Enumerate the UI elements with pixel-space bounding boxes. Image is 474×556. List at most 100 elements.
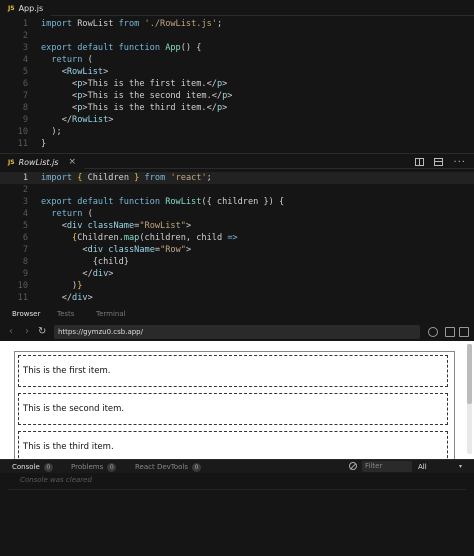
- line-number: 7: [22, 91, 28, 101]
- tab-label: Problems: [71, 463, 104, 471]
- line-number: 7: [22, 245, 28, 255]
- code-text: <div className="RowList">: [41, 221, 192, 231]
- browser-preview: This is the first item. This is the seco…: [0, 341, 474, 471]
- code-line[interactable]: 6 <p>This is the first item.</p>: [0, 78, 474, 90]
- more-icon[interactable]: ···: [453, 157, 466, 168]
- code-line[interactable]: 1 import RowList from './RowList.js';: [0, 18, 474, 30]
- tab-console[interactable]: Console 0: [12, 460, 53, 474]
- log-level-value: All: [418, 463, 427, 471]
- line-number: 3: [22, 43, 28, 53]
- forward-icon[interactable]: ›: [25, 326, 29, 338]
- code-editor-app[interactable]: 1 import RowList from './RowList.js'; 2 3 ex…: [0, 16, 474, 151]
- code-line[interactable]: 9 </div>: [0, 268, 474, 280]
- line-number: 5: [22, 67, 28, 77]
- tab-rowlist-js[interactable]: JS RowList.js ×: [0, 154, 85, 170]
- code-text: {child}: [41, 257, 129, 267]
- code-text: </div>: [41, 269, 114, 279]
- row-item: This is the second item.: [18, 393, 448, 425]
- code-line[interactable]: 3 export default function App() {: [0, 42, 474, 54]
- code-line[interactable]: 8 {child}: [0, 256, 474, 268]
- code-text: <p>This is the first item.</p>: [41, 79, 228, 89]
- editor-tabbar-app: JS App.js: [0, 0, 474, 16]
- close-icon[interactable]: ×: [68, 157, 76, 167]
- line-number: 6: [22, 233, 28, 243]
- code-line[interactable]: 2: [0, 30, 474, 42]
- code-text: import { Children } from 'react';: [41, 173, 212, 183]
- code-line[interactable]: 5 <div className="RowList">: [0, 220, 474, 232]
- code-text: <RowList>: [41, 67, 109, 77]
- code-text: <p>This is the second item.</p>: [41, 91, 233, 101]
- log-level-select[interactable]: All ▾: [418, 460, 462, 474]
- line-number: 4: [22, 55, 28, 65]
- tab-label: Console: [12, 463, 40, 471]
- count-badge: 0: [192, 462, 202, 472]
- js-file-icon: JS: [8, 4, 15, 12]
- refresh-preview-icon[interactable]: [459, 327, 469, 337]
- console-message: Console was cleared: [20, 476, 92, 484]
- url-input[interactable]: https://gymzu0.csb.app/: [54, 325, 420, 339]
- code-line[interactable]: 4 return (: [0, 208, 474, 220]
- code-line[interactable]: 9 </RowList>: [0, 114, 474, 126]
- line-number: 3: [22, 197, 28, 207]
- inspect-icon[interactable]: [428, 327, 438, 337]
- editor-actions: ···: [415, 154, 466, 170]
- preview-scrollbar-thumb[interactable]: [467, 344, 472, 404]
- code-text: }: [41, 139, 47, 149]
- layout-icon[interactable]: [434, 158, 444, 166]
- tab-label: App.js: [18, 3, 44, 13]
- tab-react-devtools[interactable]: React DevTools 0: [135, 460, 202, 474]
- code-editor-rowlist[interactable]: 1 import { Children } from 'react'; 2 3 expo…: [0, 170, 474, 304]
- tab-browser[interactable]: Browser: [12, 304, 40, 324]
- code-line[interactable]: 11 </div>: [0, 292, 474, 304]
- code-line[interactable]: 2: [0, 184, 474, 196]
- tab-label: React DevTools: [135, 463, 189, 471]
- editor-tabbar-rowlist: JS RowList.js × ···: [0, 153, 474, 170]
- console-toolbar: Console 0 Problems 0 React DevTools 0 Fi…: [0, 459, 474, 473]
- code-text: export default function App() {: [41, 43, 202, 53]
- tab-problems[interactable]: Problems 0: [71, 460, 117, 474]
- code-text: {Children.map(children, child =>: [72, 233, 238, 243]
- code-text: import RowList from './RowList.js';: [41, 19, 223, 29]
- tab-app-js[interactable]: JS App.js: [0, 0, 52, 16]
- filter-input[interactable]: Filter: [362, 461, 412, 472]
- tab-label: RowList.js: [18, 157, 59, 167]
- line-number: 4: [22, 209, 28, 219]
- divider: [8, 489, 466, 490]
- code-line[interactable]: 11}: [0, 138, 474, 150]
- refresh-icon[interactable]: ↻: [38, 325, 46, 339]
- line-number: 10: [17, 281, 28, 291]
- code-line[interactable]: 5 <RowList>: [0, 66, 474, 78]
- code-line[interactable]: 10 );: [0, 126, 474, 138]
- code-line[interactable]: 10 )}: [0, 280, 474, 292]
- code-text: <p>This is the third item.</p>: [41, 103, 228, 113]
- clear-console-icon[interactable]: [349, 462, 357, 470]
- line-number: 11: [17, 293, 28, 303]
- tab-terminal[interactable]: Terminal: [96, 304, 126, 324]
- code-line[interactable]: 6 {Children.map(children, child =>: [0, 232, 474, 244]
- code-line[interactable]: 3 export default function RowList({ child…: [0, 196, 474, 208]
- line-number: 8: [22, 257, 28, 267]
- line-number: 9: [22, 269, 28, 279]
- line-number: 1: [22, 173, 28, 183]
- code-line[interactable]: 8 <p>This is the third item.</p>: [0, 102, 474, 114]
- line-number: 1: [22, 19, 28, 29]
- js-file-icon: JS: [8, 158, 15, 166]
- code-text: </div>: [41, 293, 93, 303]
- line-number: 10: [17, 127, 28, 137]
- code-line[interactable]: 1 import { Children } from 'react';: [0, 172, 474, 184]
- back-icon[interactable]: ‹: [9, 326, 13, 338]
- code-line[interactable]: 7 <p>This is the second item.</p>: [0, 90, 474, 102]
- count-badge: 0: [43, 462, 53, 472]
- split-editor-icon[interactable]: [415, 158, 425, 166]
- code-line[interactable]: 4 return (: [0, 54, 474, 66]
- count-badge: 0: [107, 462, 117, 472]
- open-new-window-icon[interactable]: [445, 327, 455, 337]
- code-text: return (: [51, 209, 93, 219]
- code-line[interactable]: 7 <div className="Row">: [0, 244, 474, 256]
- tab-tests[interactable]: Tests: [57, 304, 74, 324]
- console-output: Console was cleared: [0, 473, 474, 556]
- line-number: 5: [22, 221, 28, 231]
- line-number: 2: [22, 31, 28, 41]
- line-number: 2: [22, 185, 28, 195]
- line-number: 11: [17, 139, 28, 149]
